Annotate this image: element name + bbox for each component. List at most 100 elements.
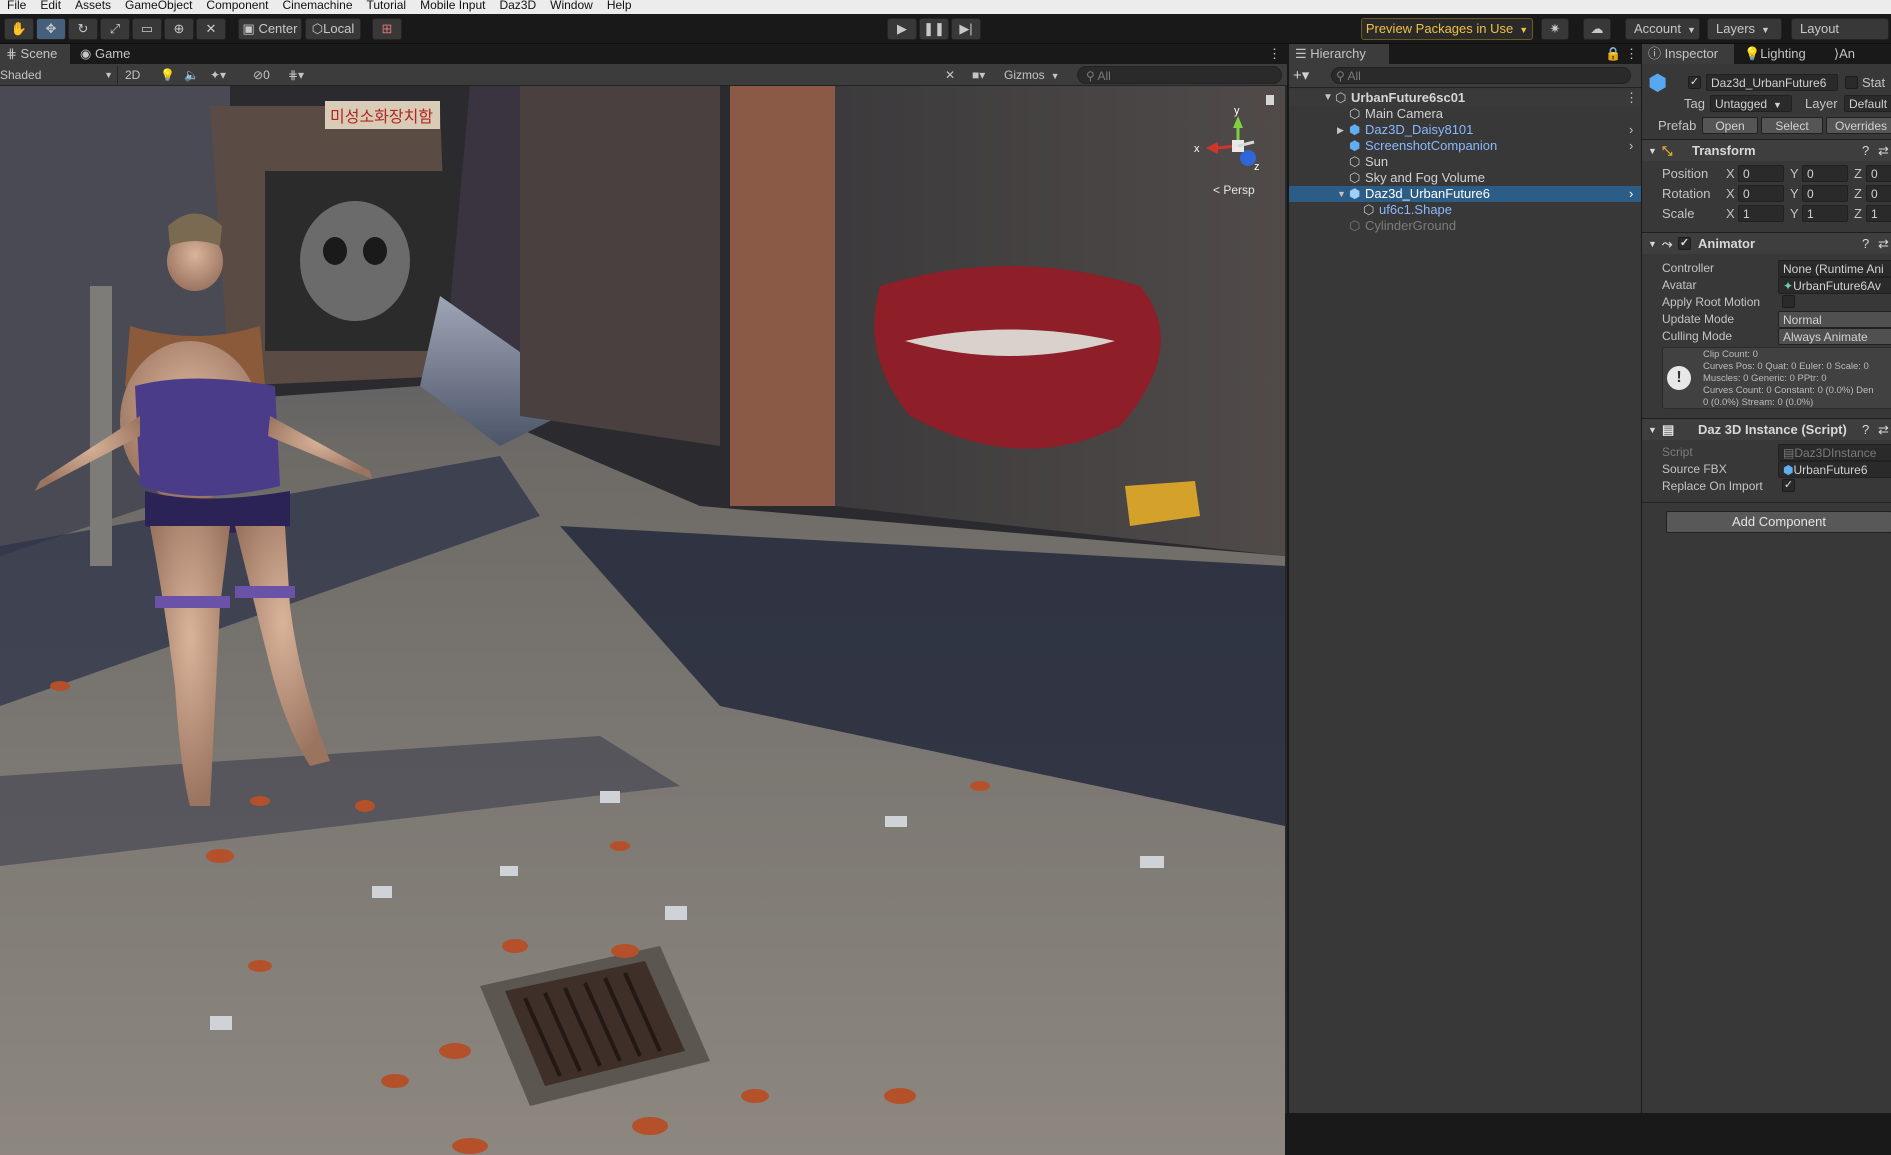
lock-icon[interactable] (1266, 95, 1274, 105)
camera-icon[interactable]: ■▾ (972, 66, 1000, 84)
foldout-triangle-icon[interactable]: ▼ (1648, 140, 1657, 162)
tag-dropdown[interactable]: Untagged ▼ (1710, 95, 1792, 112)
replace-on-import-checkbox[interactable]: ✓ (1782, 479, 1795, 492)
root-motion-checkbox[interactable] (1782, 295, 1795, 308)
rotation-z-field[interactable]: 0 (1866, 185, 1891, 202)
transform-tool-icon[interactable]: ⊕ (164, 18, 194, 40)
layer-dropdown[interactable]: Default (1844, 95, 1891, 112)
menu-cinemachine[interactable]: Cinemachine (282, 0, 352, 11)
account-dropdown[interactable]: Account ▼ (1625, 18, 1700, 40)
scale-y-field[interactable]: 1 (1802, 205, 1848, 222)
tab-inspector[interactable]: ⓘ Inspector (1642, 44, 1734, 64)
pivot-center-button[interactable]: ▣ Center (238, 18, 302, 40)
scene-viewport[interactable]: 미성소화장치함 y x z < Persp (0, 86, 1285, 1155)
chevron-right-icon[interactable]: › (1629, 186, 1633, 202)
add-component-button[interactable]: Add Component (1666, 511, 1891, 533)
position-z-field[interactable]: 0 (1866, 165, 1891, 182)
prefab-overrides-dropdown[interactable]: Overrides (1826, 117, 1891, 134)
animator-header[interactable]: ▼ ⤳ ✓ Animator ? ⇄ (1642, 232, 1891, 254)
hierarchy-search-input[interactable]: ⚲ All (1331, 67, 1631, 84)
add-object-icon[interactable]: +▾ (1293, 66, 1309, 84)
prefab-open-button[interactable]: Open (1702, 117, 1758, 134)
preview-packages-dropdown[interactable]: Preview Packages in Use ▼ (1361, 18, 1533, 40)
hierarchy-item[interactable]: ⬡ Sun (1289, 154, 1641, 170)
chevron-right-icon[interactable]: › (1629, 122, 1633, 138)
component-settings-icon[interactable]: ⇄ (1878, 140, 1889, 162)
lighting-toggle-icon[interactable]: 💡 (160, 66, 176, 84)
cloud-icon[interactable]: ☁ (1583, 18, 1611, 40)
tab-lighting[interactable]: 💡Lighting (1738, 44, 1826, 64)
hierarchy-lock-icon[interactable]: 🔒 (1599, 44, 1621, 64)
menu-help[interactable]: Help (607, 0, 632, 11)
tab-scene[interactable]: ⋕ Scene (0, 44, 70, 64)
gizmos-dropdown[interactable]: Gizmos ▼ (1004, 66, 1070, 84)
culling-mode-dropdown[interactable]: Always Animate (1778, 328, 1891, 345)
expand-triangle-icon[interactable]: ▼ (1337, 186, 1346, 202)
custom-tool-icon[interactable]: ✕ (196, 18, 226, 40)
component-settings-icon[interactable]: ⇄ (1878, 233, 1889, 255)
position-x-field[interactable]: 0 (1738, 165, 1784, 182)
hierarchy-item[interactable]: ⬡ uf6c1.Shape (1289, 202, 1641, 218)
hierarchy-menu-icon[interactable]: ⋮ (1619, 44, 1639, 64)
audio-toggle-icon[interactable]: 🔈 (184, 66, 200, 84)
help-icon[interactable]: ? (1862, 233, 1869, 255)
active-checkbox[interactable]: ✓ (1688, 76, 1701, 89)
grid-toggle-icon[interactable]: ⋕▾ (288, 66, 316, 84)
layers-dropdown[interactable]: Layers ▼ (1707, 18, 1782, 40)
scale-tool-icon[interactable]: ⤢ (100, 18, 130, 40)
menu-edit[interactable]: Edit (40, 0, 61, 11)
effects-toggle-icon[interactable]: ✦▾ (210, 66, 234, 84)
hierarchy-item[interactable]: ▶ ⬢ Daz3D_Daisy8101 › (1289, 122, 1641, 138)
grid-snap-icon[interactable]: ⊞ (372, 18, 402, 40)
foldout-triangle-icon[interactable]: ▼ (1648, 233, 1657, 255)
shading-mode-dropdown[interactable]: Shaded ▼ (0, 66, 118, 84)
hierarchy-item[interactable]: ⬡ CylinderGround (1289, 218, 1641, 234)
controller-field[interactable]: None (Runtime Ani (1778, 260, 1891, 277)
expand-triangle-icon[interactable]: ▶ (1337, 122, 1344, 138)
update-mode-dropdown[interactable]: Normal (1778, 311, 1891, 328)
daz-instance-header[interactable]: ▼ ▤ Daz 3D Instance (Script) ? ⇄ (1642, 418, 1891, 440)
tab-game[interactable]: ◉ Game (74, 44, 144, 64)
pivot-space-button[interactable]: ⬡Local (305, 18, 361, 40)
scale-x-field[interactable]: 1 (1738, 205, 1784, 222)
help-icon[interactable]: ? (1862, 419, 1869, 441)
move-tool-icon[interactable]: ✥ (36, 18, 66, 40)
tools-icon[interactable]: ✕ (945, 66, 963, 84)
transform-header[interactable]: ▼ ⤡ Transform ? ⇄ (1642, 139, 1891, 161)
tab-animation[interactable]: ⟩An (1828, 44, 1891, 64)
hierarchy-item[interactable]: ⬡ Main Camera (1289, 106, 1641, 122)
position-y-field[interactable]: 0 (1802, 165, 1848, 182)
rotate-tool-icon[interactable]: ↻ (68, 18, 98, 40)
expand-triangle-icon[interactable]: ▼ (1323, 90, 1333, 106)
panel-menu-icon[interactable]: ⋮ (1262, 44, 1282, 64)
scene-root-row[interactable]: ▼ ⬡ UrbanFuture6sc01 ⋮ (1289, 90, 1641, 106)
scale-z-field[interactable]: 1 (1866, 205, 1891, 222)
menu-tutorial[interactable]: Tutorial (367, 0, 407, 11)
scene-menu-icon[interactable]: ⋮ (1625, 90, 1638, 106)
hierarchy-item-selected[interactable]: ▼ ⬢ Daz3d_UrbanFuture6 › (1289, 186, 1641, 202)
hierarchy-item[interactable]: ⬡ Sky and Fog Volume (1289, 170, 1641, 186)
static-checkbox[interactable] (1845, 76, 1858, 89)
menu-file[interactable]: File (7, 0, 26, 11)
hidden-objects-toggle[interactable]: ⊘0 (253, 66, 281, 84)
help-icon[interactable]: ? (1862, 140, 1869, 162)
prefab-select-button[interactable]: Select (1761, 117, 1823, 134)
scene-search-input[interactable]: ⚲ All (1077, 66, 1282, 84)
hand-tool-icon[interactable]: ✋ (4, 18, 34, 40)
services-icon[interactable]: ✷ (1541, 18, 1569, 40)
play-button[interactable]: ▶ (887, 18, 917, 40)
menu-daz3d[interactable]: Daz3D (499, 0, 536, 11)
rotation-x-field[interactable]: 0 (1738, 185, 1784, 202)
component-settings-icon[interactable]: ⇄ (1878, 419, 1889, 441)
layout-dropdown[interactable]: Layout (1791, 18, 1889, 40)
object-name-field[interactable]: Daz3d_UrbanFuture6 (1706, 74, 1838, 91)
persp-label[interactable]: < Persp (1213, 183, 1255, 197)
source-fbx-field[interactable]: ⬢UrbanFuture6 (1778, 461, 1891, 478)
pause-button[interactable]: ❚❚ (919, 18, 949, 40)
animator-enabled-checkbox[interactable]: ✓ (1678, 237, 1691, 250)
chevron-right-icon[interactable]: › (1629, 138, 1633, 154)
step-button[interactable]: ▶| (951, 18, 981, 40)
mode-2d-toggle[interactable]: 2D (125, 66, 147, 84)
menu-gameobject[interactable]: GameObject (125, 0, 192, 11)
menu-component[interactable]: Component (206, 0, 268, 11)
